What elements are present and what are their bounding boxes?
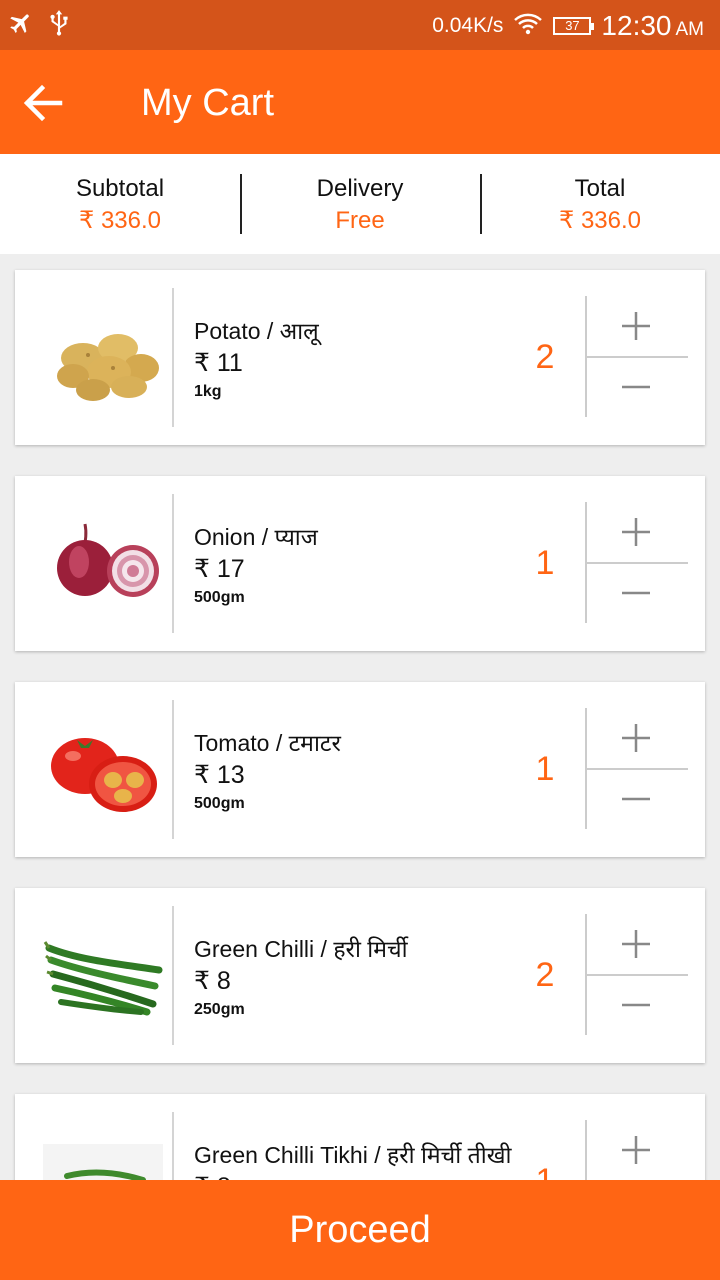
item-name: Green Chilli / हरी मिर्ची [194,936,408,962]
item-quantity: 1 [535,750,555,788]
item-price: ₹ 13 [194,761,245,789]
minus-icon [622,591,650,595]
wifi-icon [513,12,543,41]
onion-image [43,496,163,631]
subtotal-label: Subtotal [75,175,165,202]
plus-icon [622,724,650,752]
total-value: ₹ 336.0 [559,207,641,234]
item-quantity: 2 [535,956,555,994]
minus-icon [622,385,650,389]
usb-icon [46,8,72,43]
plus-icon [622,518,650,546]
clock: 12:30 AM [601,10,704,42]
minus-icon [622,797,650,801]
item-name: Tomato / टमाटर [194,730,341,756]
item-price: ₹ 11 [194,349,243,377]
item-price: ₹ 17 [194,555,245,583]
potato-image [43,290,163,425]
item-quantity: 1 [520,1162,570,1180]
back-button[interactable] [18,78,68,128]
item-weight: 250gm [194,1001,245,1018]
network-speed: 0.04K/s [432,14,504,37]
airplane-icon [8,10,34,41]
delivery-value: Free [335,207,385,234]
quantity-stepper [585,296,688,417]
item-name: Green Chilli Tikhi / हरी मिर्ची तीखी [194,1142,512,1168]
decrease-button[interactable] [605,564,667,623]
quantity-stepper [585,708,688,829]
quantity-stepper [585,1120,688,1180]
delivery-label: Delivery [316,175,404,202]
item-price: ₹ 8 [194,1172,231,1180]
clock-ampm: AM [675,19,705,40]
status-right: 0.04K/s 37 12:30 AM [432,6,704,46]
item-quantity: 1 [535,544,555,582]
delivery-section: Delivery Free [240,154,480,254]
tomato-image [43,702,163,837]
decrease-button[interactable] [605,770,667,829]
cart-summary: Subtotal ₹ 336.0 Delivery Free Total ₹ 3… [0,154,720,254]
item-divider [172,906,174,1045]
item-price: ₹ 8 [194,967,231,995]
item-weight: 500gm [194,589,245,606]
app-bar: My Cart [0,50,720,154]
cart-list[interactable]: Potato / आलू ₹ 11 1kg 2 Onion / प्याज ₹ … [0,254,720,1180]
total-label: Total [574,175,626,202]
status-left [8,8,72,43]
clock-time: 12:30 [601,10,672,41]
cart-item-green-chilli: Green Chilli / हरी मिर्ची ₹ 8 250gm 2 [15,888,705,1063]
decrease-button[interactable] [605,976,667,1035]
item-name: Potato / आलू [194,318,319,344]
cart-item-potato: Potato / आलू ₹ 11 1kg 2 [15,270,705,445]
green-chilli-tikhi-image [43,1114,163,1180]
cart-item-green-chilli-tikhi: Green Chilli Tikhi / हरी मिर्ची तीखी ₹ 8… [15,1094,705,1180]
subtotal-section: Subtotal ₹ 336.0 [0,154,240,254]
cart-item-onion: Onion / प्याज ₹ 17 500gm 1 [15,476,705,651]
item-name: Onion / प्याज [194,524,318,550]
item-divider [172,288,174,427]
minus-icon [622,1003,650,1007]
arrow-left-icon [23,84,63,122]
page-title: My Cart [141,82,274,124]
status-bar: 0.04K/s 37 12:30 AM [0,0,720,50]
item-divider [172,700,174,839]
increase-button[interactable] [605,502,667,562]
increase-button[interactable] [605,296,667,356]
cart-item-tomato: Tomato / टमाटर ₹ 13 500gm 1 [15,682,705,857]
increase-button[interactable] [605,1120,667,1180]
item-divider [172,1112,174,1180]
green-chilli-image [43,908,163,1043]
item-weight: 500gm [194,795,245,812]
quantity-stepper [585,502,688,623]
proceed-button[interactable]: Proceed [0,1180,720,1280]
decrease-button[interactable] [605,358,667,417]
item-divider [172,494,174,633]
plus-icon [622,312,650,340]
increase-button[interactable] [605,914,667,974]
plus-icon [622,930,650,958]
battery-icon: 37 [553,17,595,35]
increase-button[interactable] [605,708,667,768]
item-weight: 1kg [194,383,222,400]
quantity-stepper [585,914,688,1035]
subtotal-value: ₹ 336.0 [79,207,161,234]
total-section: Total ₹ 336.0 [480,154,720,254]
item-quantity: 2 [535,338,555,376]
stepper-divider [585,1120,587,1180]
plus-icon [622,1136,650,1164]
